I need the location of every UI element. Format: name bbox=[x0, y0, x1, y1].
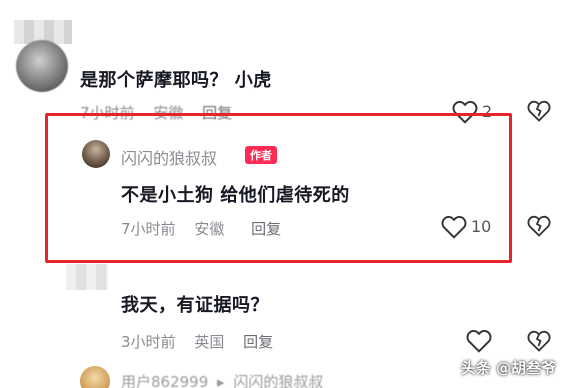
comment-text: 是那个萨摩耶吗？ 小虎 bbox=[80, 70, 272, 91]
dislike-heart-icon[interactable] bbox=[527, 329, 551, 353]
comment-time: 7小时前 bbox=[121, 220, 176, 238]
author-badge: 作者 bbox=[245, 146, 277, 164]
comment-meta: 3小时前 英国 回复 bbox=[121, 331, 287, 352]
comment-text: 不是小土狗 给他们虐待死的 bbox=[121, 185, 350, 206]
comment-location: 安徽 bbox=[194, 220, 225, 238]
watermark: 头条 @胡叁爷 bbox=[460, 359, 556, 377]
reply-button[interactable]: 回复 bbox=[251, 220, 281, 238]
comment-text: 我天，有证据吗？ bbox=[121, 295, 269, 316]
author-username[interactable]: 闪闪的狼叔叔 bbox=[121, 145, 217, 169]
reply-button[interactable]: 回复 bbox=[243, 333, 273, 351]
reply-username[interactable]: 用户862999 bbox=[121, 373, 208, 388]
like-heart-icon[interactable] bbox=[466, 329, 492, 353]
like-heart-icon[interactable] bbox=[441, 215, 467, 239]
like-count: 10 bbox=[471, 217, 492, 236]
reply-arrow-icon: ▸ bbox=[217, 373, 225, 388]
dislike-heart-icon[interactable] bbox=[527, 214, 551, 238]
reply-to-username[interactable]: 闪闪的狼叔叔 bbox=[233, 373, 323, 388]
comment-location: 英国 bbox=[194, 333, 225, 351]
comment-time: 3小时前 bbox=[121, 333, 176, 351]
author-avatar[interactable] bbox=[82, 140, 110, 168]
avatar-pixelated bbox=[66, 264, 108, 290]
avatar[interactable] bbox=[80, 366, 110, 388]
dislike-heart-icon[interactable] bbox=[527, 99, 551, 123]
reply-meta: 用户862999 ▸ 闪闪的狼叔叔 bbox=[121, 371, 337, 388]
comment-meta: 7小时前 安徽 回复 bbox=[121, 218, 295, 239]
avatar[interactable] bbox=[16, 40, 68, 92]
